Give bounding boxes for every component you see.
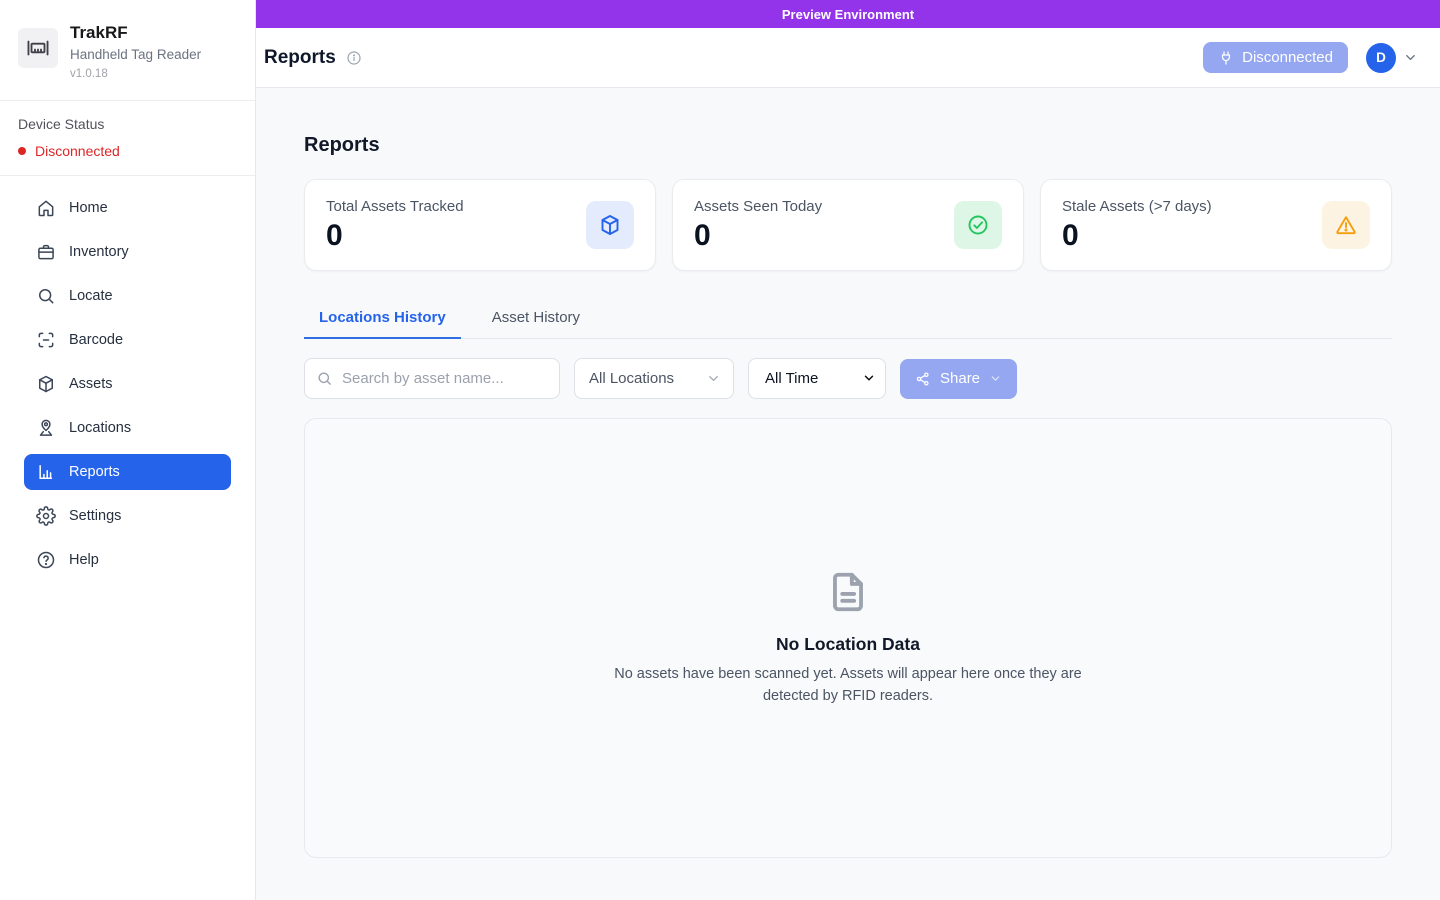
sidebar-nav: Home Inventory Locate [0,176,255,600]
stat-value: 0 [1062,219,1212,252]
time-filter-select[interactable]: All Time [748,358,886,399]
top-header: Reports Disconnected D [256,28,1440,88]
avatar[interactable]: D [1366,43,1396,73]
banner-text: Preview Environment [782,7,914,22]
avatar-initial: D [1376,50,1386,65]
document-icon [825,569,871,615]
sidebar-item-settings[interactable]: Settings [24,498,231,534]
locate-icon [36,286,56,306]
empty-state-panel: No Location Data No assets have been sca… [304,418,1392,858]
tab-asset-history[interactable]: Asset History [477,299,595,339]
sidebar-item-help[interactable]: Help [24,542,231,578]
section-title: Reports [304,134,1392,157]
assets-icon [36,374,56,394]
share-icon [915,371,931,387]
tab-locations-history[interactable]: Locations History [304,299,461,339]
app-root: TrakRF Handheld Tag Reader v1.0.18 Devic… [0,0,1440,900]
connection-status-button[interactable]: Disconnected [1203,42,1348,73]
info-icon[interactable] [346,50,362,66]
search-icon [316,370,333,387]
app-version: v1.0.18 [70,68,201,80]
page-title: Reports [264,47,336,69]
sidebar-item-home[interactable]: Home [24,190,231,226]
stat-label: Total Assets Tracked [326,198,464,215]
sidebar-item-assets[interactable]: Assets [24,366,231,402]
stat-label: Stale Assets (>7 days) [1062,198,1212,215]
sidebar-item-label: Inventory [69,244,129,260]
app-title-block: TrakRF Handheld Tag Reader v1.0.18 [70,22,201,80]
sidebar-item-label: Locations [69,420,131,436]
stat-label: Assets Seen Today [694,198,822,215]
sidebar-item-inventory[interactable]: Inventory [24,234,231,270]
search-input[interactable] [304,358,560,399]
header-actions: Disconnected D [1203,42,1418,73]
chevron-down-icon [989,372,1002,385]
stat-value: 0 [326,219,464,252]
tab-label: Locations History [319,309,446,326]
barcode-icon [36,330,56,350]
sidebar-item-label: Reports [69,464,120,480]
sidebar-item-reports[interactable]: Reports [24,454,231,490]
sidebar-item-locate[interactable]: Locate [24,278,231,314]
home-icon [36,198,56,218]
sidebar-item-label: Home [69,200,108,216]
stat-text: Assets Seen Today 0 [694,198,822,252]
help-icon [36,550,56,570]
plug-icon [1218,50,1234,66]
inventory-icon [36,242,56,262]
history-tabs: Locations History Asset History [304,299,1392,339]
sidebar-item-label: Locate [69,288,113,304]
locations-icon [36,418,56,438]
search-field-wrap [304,358,560,399]
sidebar-item-label: Barcode [69,332,123,348]
check-circle-icon [954,201,1002,249]
content-area: Reports Total Assets Tracked 0 Assets Se… [256,88,1440,900]
chevron-down-icon[interactable] [1403,50,1418,65]
share-button[interactable]: Share [900,359,1017,399]
device-status-label: Device Status [18,116,237,132]
device-status-text: Disconnected [35,143,120,159]
settings-icon [36,506,56,526]
stat-card-total-assets: Total Assets Tracked 0 [304,179,656,271]
filter-toolbar: All Locations All Time [304,358,1392,399]
stat-card-seen-today: Assets Seen Today 0 [672,179,1024,271]
time-filter-wrap: All Time [748,358,886,399]
stat-value: 0 [694,219,822,252]
status-dot-icon [18,147,26,155]
location-filter-select[interactable]: All Locations [574,358,734,399]
stat-card-stale-assets: Stale Assets (>7 days) 0 [1040,179,1392,271]
sidebar-item-locations[interactable]: Locations [24,410,231,446]
device-status-value: Disconnected [18,143,237,159]
connection-status-label: Disconnected [1242,49,1333,66]
stat-text: Stale Assets (>7 days) 0 [1062,198,1212,252]
stat-text: Total Assets Tracked 0 [326,198,464,252]
sidebar-item-barcode[interactable]: Barcode [24,322,231,358]
empty-state-title: No Location Data [776,634,920,655]
empty-state-message: No assets have been scanned yet. Assets … [613,664,1083,706]
sidebar-item-label: Settings [69,508,121,524]
sidebar-item-label: Assets [69,376,113,392]
device-status-section: Device Status Disconnected [0,101,255,176]
package-icon [586,201,634,249]
sidebar-item-label: Help [69,552,99,568]
preview-environment-banner: Preview Environment [256,0,1440,28]
sidebar: TrakRF Handheld Tag Reader v1.0.18 Devic… [0,0,256,900]
app-logo-icon [18,28,58,68]
share-label: Share [940,370,980,387]
location-filter-value: All Locations [589,370,674,387]
app-name: TrakRF [70,22,201,43]
tab-label: Asset History [492,309,580,326]
app-branding: TrakRF Handheld Tag Reader v1.0.18 [0,0,255,90]
main-area: Preview Environment Reports Disconnected [256,0,1440,900]
chevron-down-icon [706,371,721,386]
stats-row: Total Assets Tracked 0 Assets Seen Today… [304,179,1392,271]
reports-icon [36,462,56,482]
warning-icon [1322,201,1370,249]
app-subtitle: Handheld Tag Reader [70,47,201,62]
